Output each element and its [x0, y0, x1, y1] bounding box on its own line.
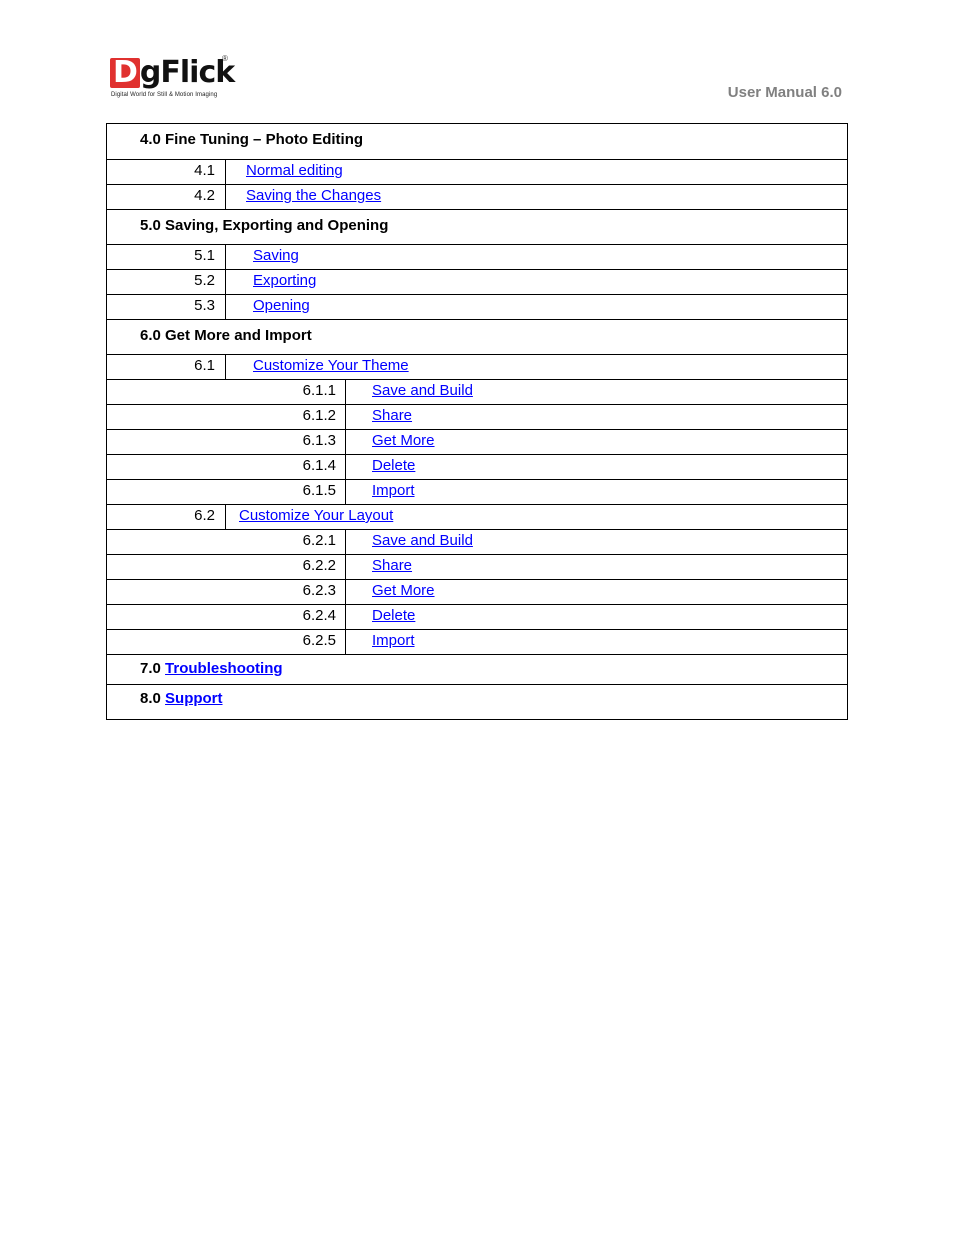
table-of-contents: 4.0 Fine Tuning – Photo Editing 4.1 Norm…: [106, 123, 848, 720]
toc-link-theme-save-and-build[interactable]: Save and Build: [372, 382, 473, 399]
toc-link-theme-get-more[interactable]: Get More: [372, 432, 435, 449]
column-divider: [345, 555, 346, 579]
toc-link-layout-get-more[interactable]: Get More: [372, 582, 435, 599]
toc-link-support[interactable]: Support: [165, 690, 223, 707]
section-number: 6.1.2: [302, 407, 336, 424]
logo-text: gFlick: [139, 55, 235, 90]
column-divider: [225, 505, 226, 529]
toc-section-8: 8.0 Support: [107, 684, 847, 719]
toc-link-saving[interactable]: Saving: [253, 247, 299, 264]
column-divider: [345, 630, 346, 654]
manual-title: User Manual 6.0: [727, 84, 842, 101]
toc-row-6-1-2: 6.1.2 Share: [107, 404, 847, 429]
toc-row-6-1-4: 6.1.4 Delete: [107, 454, 847, 479]
section-number: 6.2.1: [302, 532, 336, 549]
section-number: 5.3: [194, 297, 215, 314]
section-entry: 7.0 Troubleshooting: [140, 660, 283, 677]
toc-link-theme-delete[interactable]: Delete: [372, 457, 415, 474]
toc-row-5-3: 5.3 Opening: [107, 294, 847, 319]
column-divider: [345, 530, 346, 554]
section-number: 8.0: [140, 690, 161, 707]
logo-d-mark: D: [110, 58, 140, 88]
logo-wordmark: DgFlick: [110, 55, 235, 90]
toc-section-5: 5.0 Saving, Exporting and Opening: [107, 209, 847, 244]
toc-section-7: 7.0 Troubleshooting: [107, 654, 847, 684]
column-divider: [225, 160, 226, 184]
logo-tagline: Digital World for Still & Motion Imaging: [111, 92, 218, 98]
toc-link-customize-your-layout[interactable]: Customize Your Layout: [239, 507, 393, 524]
section-title: 5.0 Saving, Exporting and Opening: [140, 217, 389, 234]
toc-link-opening[interactable]: Opening: [253, 297, 310, 314]
section-number: 6.2.5: [302, 632, 336, 649]
column-divider: [345, 480, 346, 504]
toc-row-6-1: 6.1 Customize Your Theme: [107, 354, 847, 379]
section-number: 6.1.1: [302, 382, 336, 399]
dgflick-logo: DgFlick ® Digital World for Still & Moti…: [110, 54, 235, 102]
section-title: 4.0 Fine Tuning – Photo Editing: [140, 131, 364, 148]
section-number: 7.0: [140, 660, 161, 677]
toc-link-layout-share[interactable]: Share: [372, 557, 412, 574]
section-number: 5.1: [194, 247, 215, 264]
section-number: 5.2: [194, 272, 215, 289]
section-number: 4.1: [194, 162, 215, 179]
section-title: 6.0 Get More and Import: [140, 327, 312, 344]
toc-row-6-2: 6.2 Customize Your Layout: [107, 504, 847, 529]
column-divider: [345, 605, 346, 629]
toc-link-customize-your-theme[interactable]: Customize Your Theme: [253, 357, 409, 374]
column-divider: [225, 270, 226, 294]
toc-row-4-1: 4.1 Normal editing: [107, 159, 847, 184]
toc-link-exporting[interactable]: Exporting: [253, 272, 316, 289]
column-divider: [345, 380, 346, 404]
toc-link-layout-save-and-build[interactable]: Save and Build: [372, 532, 473, 549]
toc-row-6-2-3: 6.2.3 Get More: [107, 579, 847, 604]
toc-row-6-1-3: 6.1.3 Get More: [107, 429, 847, 454]
column-divider: [225, 355, 226, 379]
toc-row-6-2-1: 6.2.1 Save and Build: [107, 529, 847, 554]
toc-row-4-2: 4.2 Saving the Changes: [107, 184, 847, 209]
toc-row-6-2-2: 6.2.2 Share: [107, 554, 847, 579]
column-divider: [225, 295, 226, 319]
toc-row-6-1-1: 6.1.1 Save and Build: [107, 379, 847, 404]
toc-row-5-2: 5.2 Exporting: [107, 269, 847, 294]
toc-section-6: 6.0 Get More and Import: [107, 319, 847, 354]
toc-row-6-2-5: 6.2.5 Import: [107, 629, 847, 654]
column-divider: [345, 430, 346, 454]
column-divider: [345, 580, 346, 604]
section-number: 6.1.4: [302, 457, 336, 474]
section-number: 6.2.4: [302, 607, 336, 624]
section-number: 6.1.3: [302, 432, 336, 449]
section-number: 6.1.5: [302, 482, 336, 499]
toc-row-6-2-4: 6.2.4 Delete: [107, 604, 847, 629]
column-divider: [225, 185, 226, 209]
column-divider: [225, 245, 226, 269]
toc-link-theme-share[interactable]: Share: [372, 407, 412, 424]
toc-link-layout-import[interactable]: Import: [372, 632, 415, 649]
column-divider: [345, 405, 346, 429]
toc-section-4: 4.0 Fine Tuning – Photo Editing: [107, 124, 847, 159]
toc-row-6-1-5: 6.1.5 Import: [107, 479, 847, 504]
toc-link-saving-the-changes[interactable]: Saving the Changes: [246, 187, 381, 204]
toc-link-troubleshooting[interactable]: Troubleshooting: [165, 660, 283, 677]
section-number: 4.2: [194, 187, 215, 204]
registered-mark: ®: [222, 54, 228, 63]
section-number: 6.2: [194, 507, 215, 524]
column-divider: [345, 455, 346, 479]
section-entry: 8.0 Support: [140, 690, 223, 707]
toc-link-layout-delete[interactable]: Delete: [372, 607, 415, 624]
section-number: 6.2.2: [302, 557, 336, 574]
section-number: 6.2.3: [302, 582, 336, 599]
toc-link-normal-editing[interactable]: Normal editing: [246, 162, 343, 179]
toc-link-theme-import[interactable]: Import: [372, 482, 415, 499]
section-number: 6.1: [194, 357, 215, 374]
toc-row-5-1: 5.1 Saving: [107, 244, 847, 269]
